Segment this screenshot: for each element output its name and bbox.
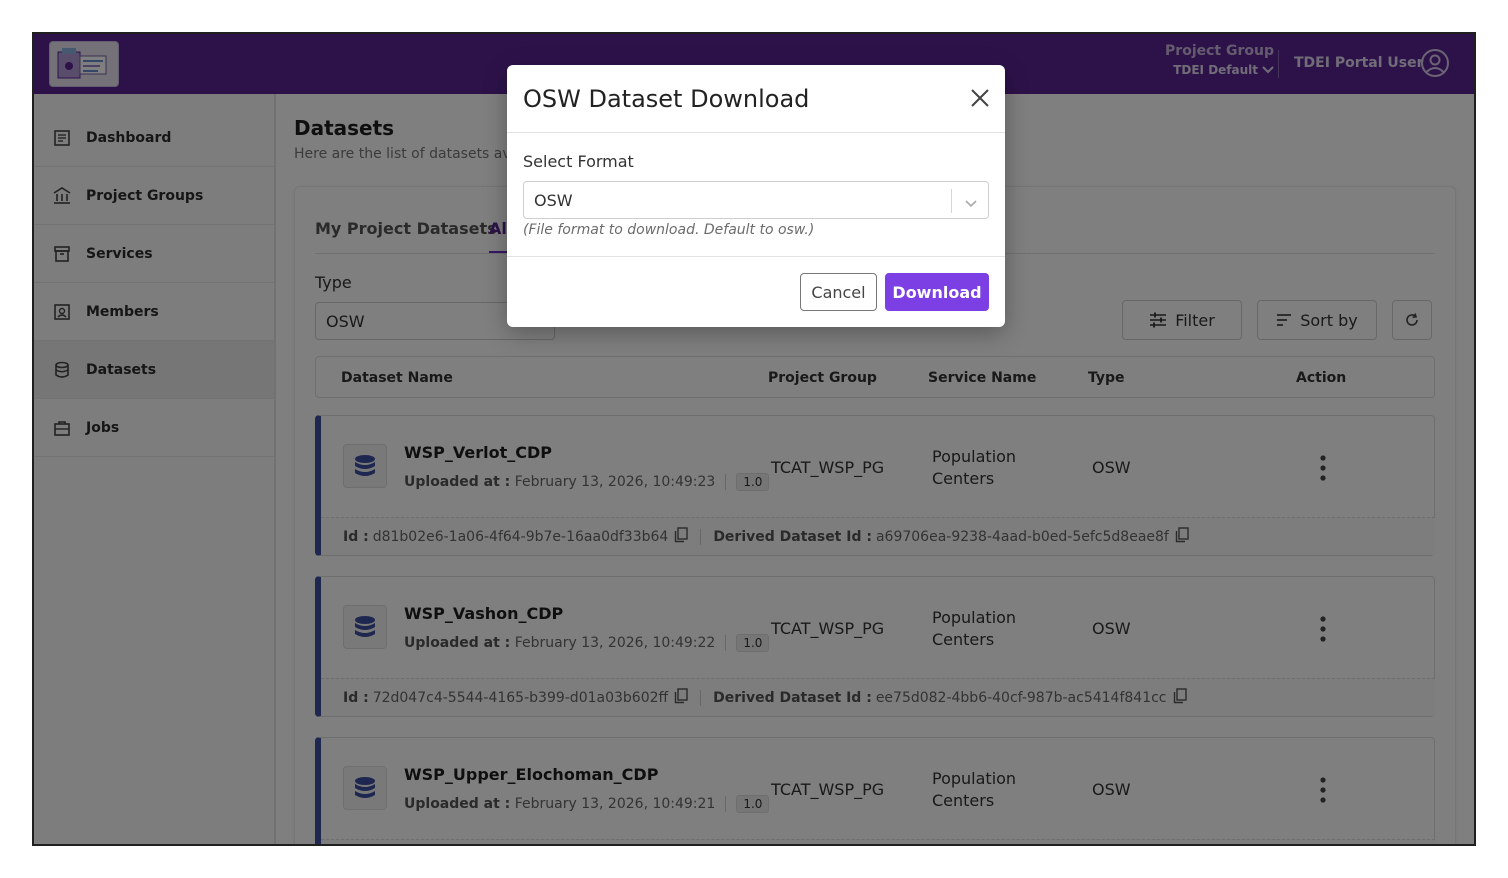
dialog-header-divider <box>507 132 1005 133</box>
format-hint: (File format to download. Default to osw… <box>523 222 815 238</box>
download-dialog: OSW Dataset Download Select Format OSW (… <box>507 65 1005 327</box>
cancel-button[interactable]: Cancel <box>800 273 877 311</box>
dialog-footer-divider <box>507 256 1005 257</box>
dialog-title: OSW Dataset Download <box>523 85 810 113</box>
chevron-down-icon[interactable] <box>964 194 978 213</box>
app-window: Project Group TDEI Default TDEI Portal U… <box>32 32 1476 846</box>
format-select-value: OSW <box>534 191 573 210</box>
select-divider <box>951 189 952 213</box>
format-label: Select Format <box>523 152 634 171</box>
download-button[interactable]: Download <box>885 273 989 311</box>
format-select[interactable]: OSW <box>523 181 989 219</box>
close-icon[interactable] <box>967 85 993 111</box>
